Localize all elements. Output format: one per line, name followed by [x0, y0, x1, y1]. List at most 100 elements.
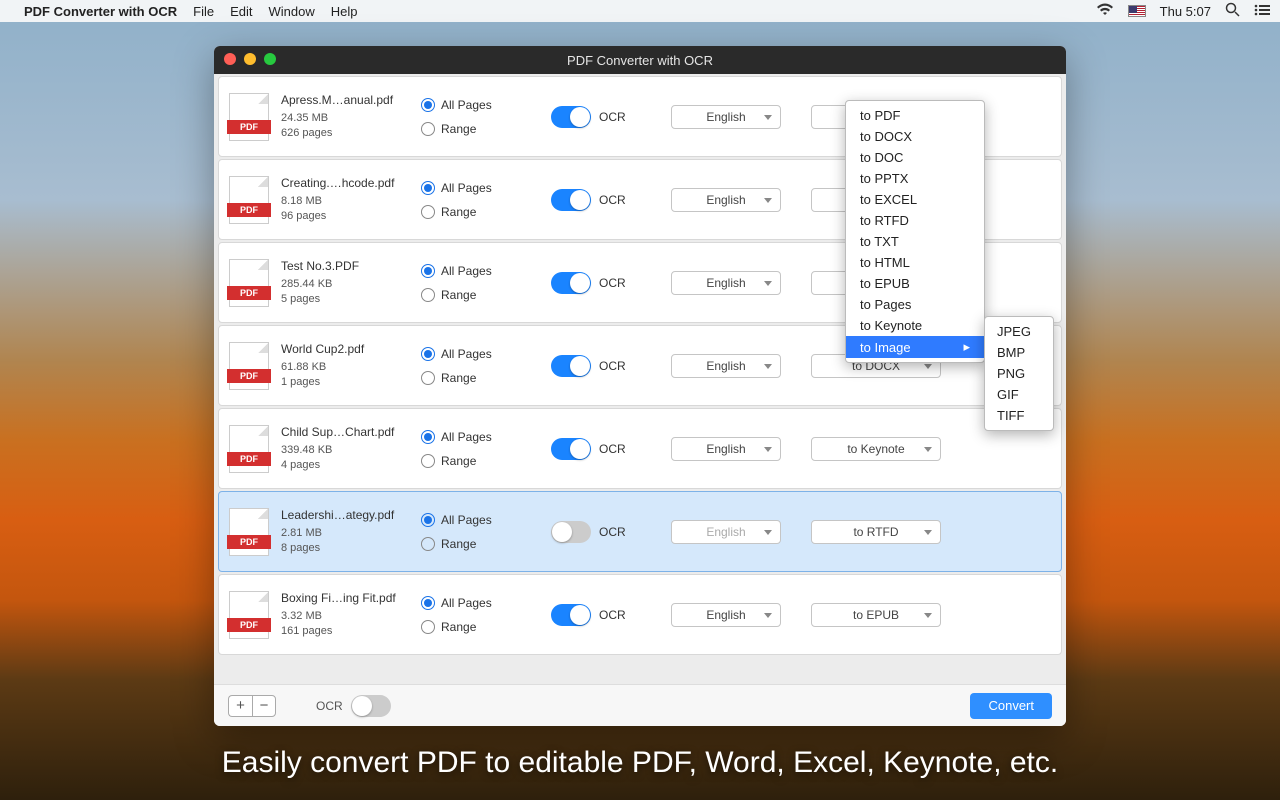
- radio-range[interactable]: Range: [421, 454, 551, 468]
- image-format-option[interactable]: GIF: [985, 384, 1053, 405]
- format-option[interactable]: to DOC: [846, 147, 984, 168]
- ocr-label: OCR: [599, 110, 626, 124]
- radio-all-pages[interactable]: All Pages: [421, 264, 551, 278]
- language-select[interactable]: English: [671, 520, 781, 544]
- language-select[interactable]: English: [671, 105, 781, 129]
- file-info: Test No.3.PDF285.44 KB5 pages: [281, 259, 421, 307]
- menubar-edit[interactable]: Edit: [230, 4, 252, 19]
- radio-range[interactable]: Range: [421, 371, 551, 385]
- macos-menubar: PDF Converter with OCR File Edit Window …: [0, 0, 1280, 22]
- format-option[interactable]: to Pages: [846, 294, 984, 315]
- footer-bar: + − OCR Convert: [214, 684, 1066, 726]
- pdf-file-icon: [229, 93, 269, 141]
- zoom-window-button[interactable]: [264, 53, 276, 65]
- ocr-toggle[interactable]: [551, 521, 591, 543]
- image-format-option[interactable]: PNG: [985, 363, 1053, 384]
- language-select[interactable]: English: [671, 354, 781, 378]
- convert-button[interactable]: Convert: [970, 693, 1052, 719]
- footer-ocr-toggle[interactable]: [351, 695, 391, 717]
- ocr-label: OCR: [599, 608, 626, 622]
- file-info: Boxing Fi…ing Fit.pdf3.32 MB161 pages: [281, 591, 421, 639]
- minimize-window-button[interactable]: [244, 53, 256, 65]
- format-option[interactable]: to EPUB: [846, 273, 984, 294]
- format-menu-popup[interactable]: to PDFto DOCXto DOCto PPTXto EXCELto RTF…: [845, 100, 985, 363]
- image-format-option[interactable]: JPEG: [985, 321, 1053, 342]
- file-size: 2.81 MB: [281, 526, 421, 541]
- format-option[interactable]: to EXCEL: [846, 189, 984, 210]
- language-select[interactable]: English: [671, 437, 781, 461]
- menubar-clock[interactable]: Thu 5:07: [1160, 4, 1211, 19]
- format-option[interactable]: to PDF: [846, 105, 984, 126]
- file-name: Boxing Fi…ing Fit.pdf: [281, 591, 421, 605]
- file-pages: 96 pages: [281, 209, 421, 224]
- language-select[interactable]: English: [671, 271, 781, 295]
- window-titlebar[interactable]: PDF Converter with OCR: [214, 46, 1066, 74]
- ocr-label: OCR: [599, 193, 626, 207]
- file-size: 285.44 KB: [281, 277, 421, 292]
- file-info: World Cup2.pdf61.88 KB1 pages: [281, 342, 421, 390]
- file-size: 24.35 MB: [281, 111, 421, 126]
- pdf-file-icon: [229, 259, 269, 307]
- format-select[interactable]: to RTFD: [811, 520, 941, 544]
- radio-all-pages[interactable]: All Pages: [421, 181, 551, 195]
- radio-all-pages[interactable]: All Pages: [421, 98, 551, 112]
- language-select[interactable]: English: [671, 188, 781, 212]
- format-option[interactable]: to Keynote: [846, 315, 984, 336]
- add-file-button[interactable]: +: [228, 695, 252, 717]
- ocr-toggle[interactable]: [551, 355, 591, 377]
- radio-all-pages[interactable]: All Pages: [421, 430, 551, 444]
- ocr-toggle[interactable]: [551, 189, 591, 211]
- remove-file-button[interactable]: −: [252, 695, 276, 717]
- format-option[interactable]: to HTML: [846, 252, 984, 273]
- file-row[interactable]: Child Sup…Chart.pdf339.48 KB4 pagesAll P…: [218, 408, 1062, 489]
- ocr-label: OCR: [599, 525, 626, 539]
- format-submenu-popup[interactable]: JPEGBMPPNGGIFTIFF: [984, 316, 1054, 431]
- file-info: Leadershi…ategy.pdf2.81 MB8 pages: [281, 508, 421, 556]
- file-name: Test No.3.PDF: [281, 259, 421, 273]
- format-select[interactable]: to Keynote: [811, 437, 941, 461]
- image-format-option[interactable]: BMP: [985, 342, 1053, 363]
- radio-all-pages[interactable]: All Pages: [421, 347, 551, 361]
- language-select[interactable]: English: [671, 603, 781, 627]
- file-name: Leadershi…ategy.pdf: [281, 508, 421, 522]
- format-select[interactable]: to EPUB: [811, 603, 941, 627]
- ocr-toggle[interactable]: [551, 272, 591, 294]
- file-row[interactable]: Leadershi…ategy.pdf2.81 MB8 pagesAll Pag…: [218, 491, 1062, 572]
- pdf-file-icon: [229, 425, 269, 473]
- menubar-file[interactable]: File: [193, 4, 214, 19]
- radio-range[interactable]: Range: [421, 205, 551, 219]
- flag-us-icon[interactable]: [1128, 5, 1146, 17]
- menubar-window[interactable]: Window: [268, 4, 314, 19]
- file-row[interactable]: Boxing Fi…ing Fit.pdf3.32 MB161 pagesAll…: [218, 574, 1062, 655]
- ocr-toggle[interactable]: [551, 604, 591, 626]
- radio-range[interactable]: Range: [421, 620, 551, 634]
- format-option[interactable]: to RTFD: [846, 210, 984, 231]
- spotlight-icon[interactable]: [1225, 2, 1240, 20]
- radio-range[interactable]: Range: [421, 122, 551, 136]
- ocr-toggle[interactable]: [551, 438, 591, 460]
- file-pages: 626 pages: [281, 126, 421, 141]
- format-option[interactable]: to PPTX: [846, 168, 984, 189]
- format-option[interactable]: to Image▸: [846, 336, 984, 358]
- menu-lines-icon[interactable]: [1254, 3, 1270, 19]
- ocr-toggle[interactable]: [551, 106, 591, 128]
- radio-range[interactable]: Range: [421, 537, 551, 551]
- radio-all-pages[interactable]: All Pages: [421, 596, 551, 610]
- close-window-button[interactable]: [224, 53, 236, 65]
- pdf-file-icon: [229, 176, 269, 224]
- menubar-help[interactable]: Help: [331, 4, 358, 19]
- file-name: World Cup2.pdf: [281, 342, 421, 356]
- format-option[interactable]: to TXT: [846, 231, 984, 252]
- window-title: PDF Converter with OCR: [567, 53, 713, 68]
- image-format-option[interactable]: TIFF: [985, 405, 1053, 426]
- file-size: 3.32 MB: [281, 609, 421, 624]
- format-option[interactable]: to DOCX: [846, 126, 984, 147]
- radio-range[interactable]: Range: [421, 288, 551, 302]
- file-name: Creating.…hcode.pdf: [281, 176, 421, 190]
- marketing-caption: Easily convert PDF to editable PDF, Word…: [0, 746, 1280, 780]
- wifi-icon[interactable]: [1096, 3, 1114, 19]
- menubar-app-name[interactable]: PDF Converter with OCR: [24, 4, 177, 19]
- radio-all-pages[interactable]: All Pages: [421, 513, 551, 527]
- file-pages: 4 pages: [281, 458, 421, 473]
- file-info: Creating.…hcode.pdf8.18 MB96 pages: [281, 176, 421, 224]
